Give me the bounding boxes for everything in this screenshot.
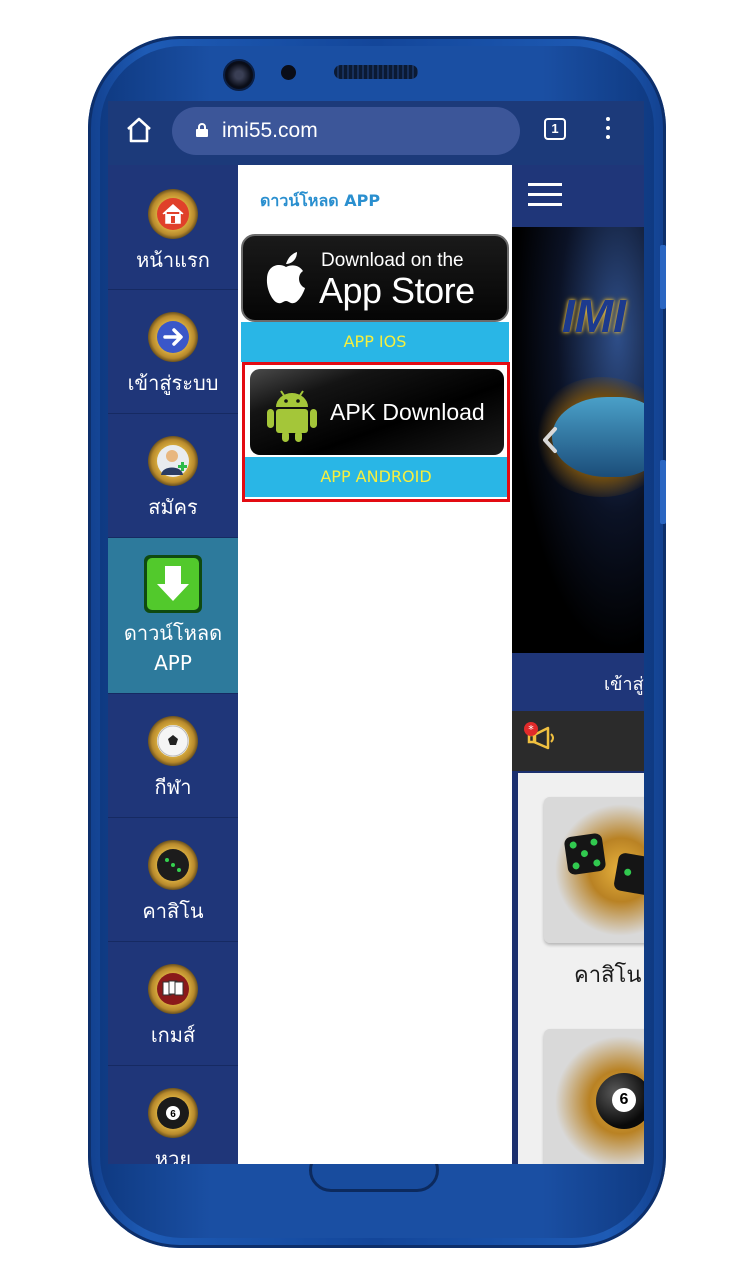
address-bar[interactable]: imi55.com	[172, 107, 520, 155]
soccer-ball-icon	[148, 716, 198, 766]
sidebar-item-label: เกมส์	[150, 1023, 196, 1047]
svg-text:*: *	[528, 723, 534, 736]
login-arrow-icon	[148, 312, 198, 362]
sidebar-item-home[interactable]: หน้าแรก	[108, 165, 238, 290]
sidebar-item-label: กีฬา	[154, 775, 192, 799]
announcement-bar: *	[512, 711, 644, 771]
url-text: imi55.com	[222, 119, 318, 142]
front-camera-icon	[223, 59, 255, 91]
appstore-caption-big: App Store	[319, 270, 475, 311]
sidebar-item-label: หน้าแรก	[136, 248, 210, 272]
download-panel: ดาวน์โหลด APP Download on the App Store …	[238, 165, 512, 1164]
sidebar-item-register[interactable]: สมัคร	[108, 414, 238, 538]
volume-button	[660, 245, 666, 309]
sidebar-item-login[interactable]: เข้าสู่ระบบ	[108, 290, 238, 414]
home-icon[interactable]	[125, 116, 153, 144]
lottery-image: 6	[544, 1029, 644, 1164]
home-icon	[148, 189, 198, 239]
panel-title: ดาวน์โหลด APP	[260, 191, 381, 210]
overflow-menu-icon[interactable]	[605, 117, 611, 143]
dice-icon	[612, 851, 644, 897]
login-strip[interactable]: เข้าสู่ระบบ	[512, 653, 644, 711]
apk-download-button[interactable]: APK Download	[250, 369, 504, 455]
lock-icon	[196, 123, 208, 137]
sensor-icon	[281, 65, 296, 80]
appstore-caption-small: Download on the	[321, 250, 464, 271]
sidebar-item-label: สมัคร	[148, 495, 198, 519]
game-card-lottery[interactable]: 6	[544, 1029, 644, 1164]
tab-switcher-icon[interactable]: 1	[544, 118, 566, 140]
sidebar-item-label: คาสิโน	[142, 899, 204, 923]
dice-icon	[148, 840, 198, 890]
promo-banner[interactable]: IMI	[512, 227, 644, 653]
download-icon	[144, 555, 202, 613]
sidebar-item-label: เข้าสู่ระบบ	[127, 371, 219, 395]
power-button	[660, 460, 666, 524]
android-caption-bar[interactable]: APP ANDROID	[245, 457, 507, 497]
browser-toolbar: imi55.com 1	[108, 101, 644, 165]
apk-download-label: APK Download	[330, 399, 485, 425]
android-icon	[267, 390, 317, 442]
register-user-icon	[148, 436, 198, 486]
sidebar-item-casino[interactable]: คาสิโน	[108, 818, 238, 942]
sidebar-item-label: ดาวน์โหลด APP	[123, 621, 223, 675]
lottery-ball-icon: 6	[148, 1088, 198, 1138]
sidebar-item-sports[interactable]: กีฬา	[108, 694, 238, 818]
hamburger-menu-icon[interactable]	[528, 183, 562, 207]
game-card-casino[interactable]	[544, 797, 644, 943]
apple-icon	[266, 252, 305, 304]
sidebar-item-lottery[interactable]: 6 หวย	[108, 1066, 238, 1164]
cards-icon	[148, 964, 198, 1014]
sidebar-item-games[interactable]: เกมส์	[108, 942, 238, 1066]
sidebar-item-download[interactable]: ดาวน์โหลด APP	[108, 538, 238, 694]
sidebar-nav: หน้าแรก เข้าสู่ระบบ สมัคร ดาวน์โหลด APP …	[108, 165, 238, 1164]
android-download-highlight: APK Download APP ANDROID	[242, 362, 510, 502]
casino-dice-image	[544, 797, 644, 943]
games-section: คาสิโน 6	[512, 771, 644, 1164]
game-card-label: คาสิโน	[574, 963, 642, 988]
site-header	[512, 165, 644, 227]
login-link[interactable]: เข้าสู่ระบบ	[604, 669, 644, 698]
sidebar-item-label: หวย	[154, 1147, 192, 1164]
earpiece-speaker	[334, 65, 418, 79]
website-page: IMI เข้าสู่ระบบ *	[512, 165, 644, 1164]
chevron-left-icon[interactable]	[540, 425, 560, 455]
app-store-button[interactable]: Download on the App Store	[241, 234, 509, 322]
ios-caption-bar[interactable]: APP IOS	[241, 322, 509, 362]
billiard-ball-icon: 6	[596, 1073, 644, 1129]
svg-text:6: 6	[170, 1109, 176, 1120]
megaphone-icon: *	[524, 722, 554, 750]
banner-logo: IMI	[562, 290, 626, 342]
games-grid: คาสิโน 6	[518, 773, 644, 1164]
phone-screen: imi55.com 1 หน้าแรก เข้าสู่ระบบ สมัคร ดา…	[108, 101, 644, 1164]
dice-icon	[563, 832, 607, 876]
